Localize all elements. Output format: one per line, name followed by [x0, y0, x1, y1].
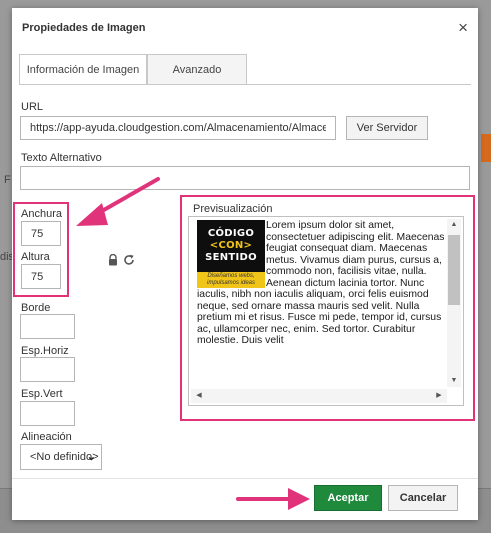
- url-input[interactable]: [20, 116, 336, 140]
- url-label: URL: [21, 101, 44, 113]
- vspace-label: Esp.Vert: [21, 388, 63, 400]
- tab-advanced[interactable]: Avanzado: [147, 54, 247, 85]
- annotation-highlight-size: [13, 202, 69, 297]
- border-input[interactable]: [20, 314, 75, 339]
- lock-icon[interactable]: [107, 254, 119, 266]
- background-label: F: [4, 174, 11, 186]
- alt-text-input[interactable]: [20, 166, 470, 190]
- border-label: Borde: [21, 302, 51, 314]
- close-icon[interactable]: ×: [458, 19, 468, 36]
- alt-text-label: Texto Alternativo: [21, 152, 102, 164]
- cancel-button[interactable]: Cancelar: [388, 485, 458, 511]
- vspace-input[interactable]: [20, 401, 75, 426]
- background-orange-button: [481, 134, 491, 162]
- align-label: Alineación: [21, 431, 72, 443]
- browse-server-button[interactable]: Ver Servidor: [346, 116, 428, 140]
- align-select[interactable]: <No definido> ⌄: [20, 444, 102, 470]
- annotation-highlight-preview: [180, 195, 475, 421]
- hspace-label: Esp.Horiz: [21, 345, 69, 357]
- hspace-input[interactable]: [20, 357, 75, 382]
- tab-divider: [19, 84, 471, 85]
- chevron-down-icon: ⌄: [86, 451, 96, 463]
- tab-image-info[interactable]: Información de Imagen: [19, 54, 147, 85]
- dialog-title: Propiedades de Imagen: [22, 22, 146, 34]
- footer-divider: [12, 478, 478, 479]
- accept-button[interactable]: Aceptar: [314, 485, 382, 511]
- reset-size-icon[interactable]: [123, 254, 135, 266]
